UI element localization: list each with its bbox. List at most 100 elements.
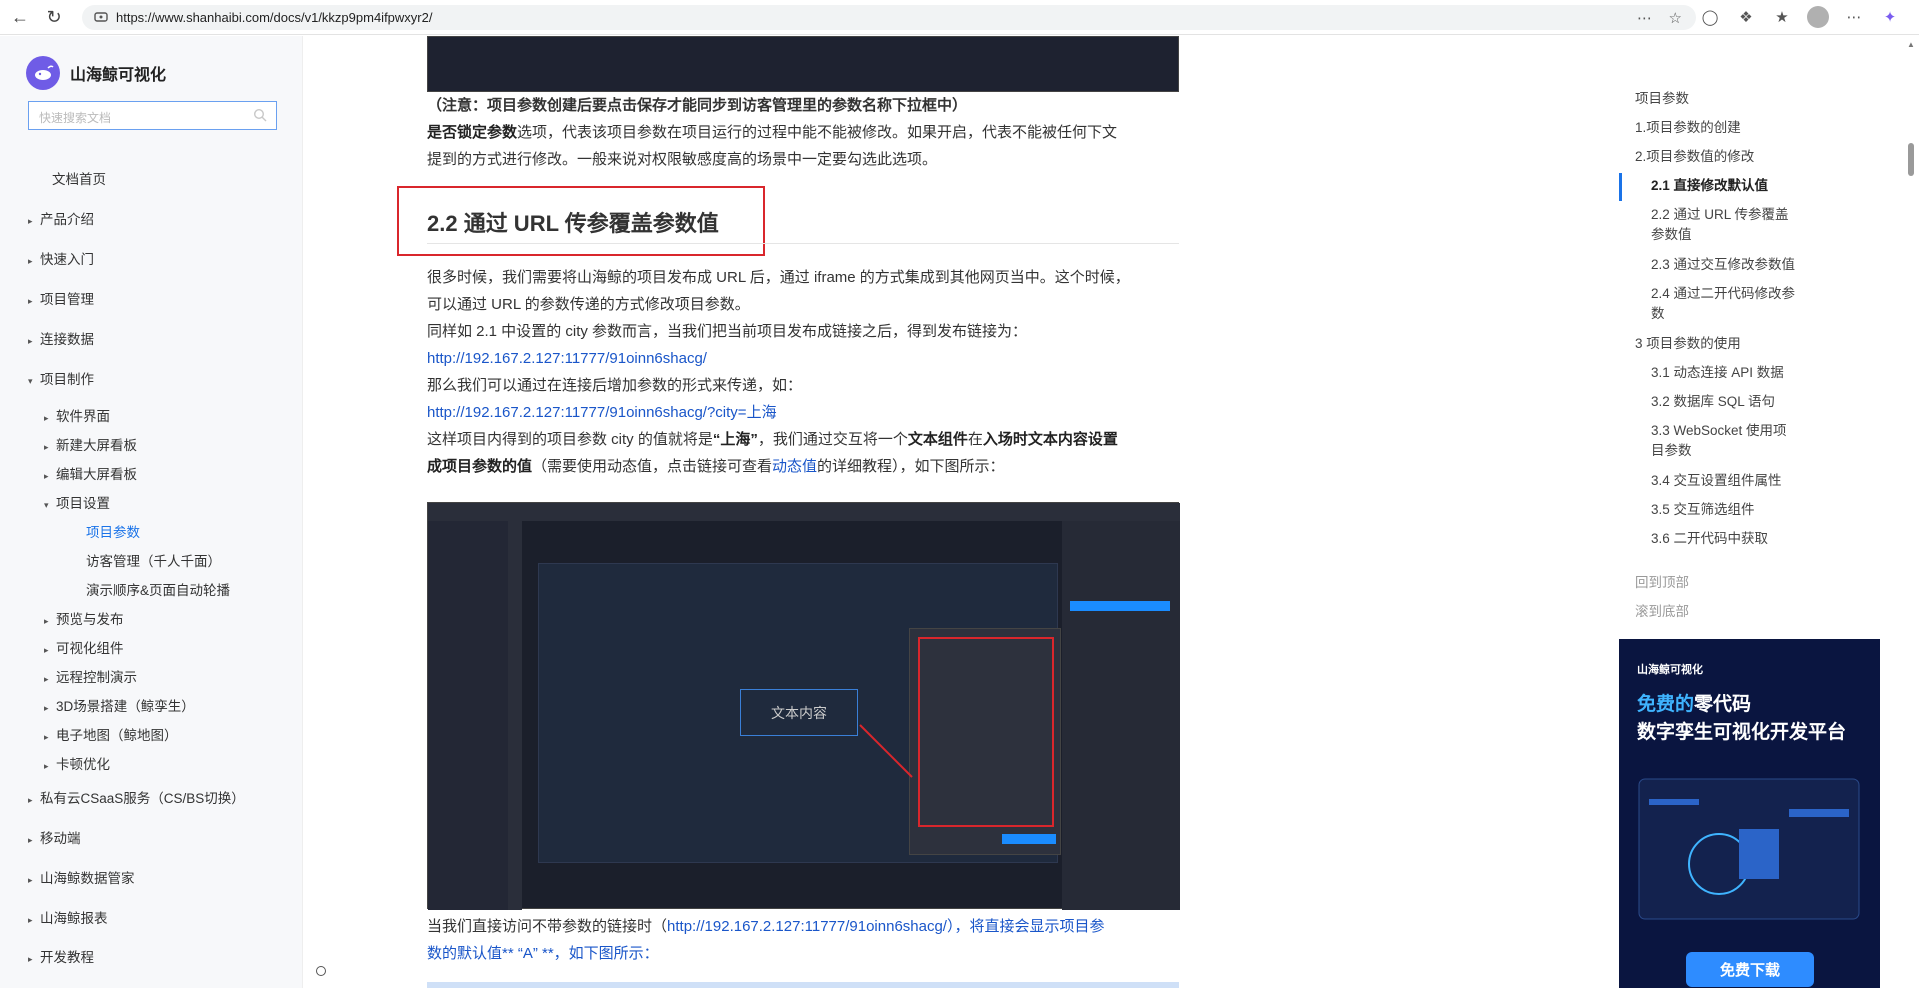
toc-back-to-top[interactable]: 回到顶部	[1635, 573, 1689, 593]
puzzle-icon[interactable]: ❖	[1735, 6, 1757, 28]
caret-down-icon: ▾	[44, 500, 49, 510]
toc-item[interactable]: 项目参数	[1635, 89, 1689, 109]
sidebar-item-label: 可视化组件	[56, 641, 124, 656]
ad-illustration	[1638, 778, 1860, 920]
toc-item[interactable]: 3.3 WebSocket 使用项	[1651, 421, 1787, 441]
sidebar-item-label: 访客管理（千人千面）	[86, 554, 221, 569]
toc-item[interactable]: 3.5 交互筛选组件	[1651, 500, 1755, 520]
sidebar-item[interactable]: ▸ 新建大屏看板	[44, 434, 137, 454]
screenshot-dialog	[909, 628, 1061, 855]
copilot-icon[interactable]: ✦	[1879, 6, 1901, 28]
paragraph-5: 成项目参数的值（需要使用动态值，点击链接可查看动态值的详细教程），如下图所示：	[427, 458, 1005, 475]
caret-right-icon: ▸	[28, 256, 33, 266]
search-icon[interactable]	[253, 108, 267, 122]
caret-right-icon: ▸	[28, 954, 33, 964]
toc-item[interactable]: 1.项目参数的创建	[1635, 118, 1741, 138]
toc-scroll-to-bottom[interactable]: 滚到底部	[1635, 602, 1689, 622]
sidebar-item-label: 编辑大屏看板	[56, 467, 137, 482]
lock-param-paragraph: 是否锁定参数选项，代表该项目参数在项目运行的过程中能不能被修改。如果开启，代表不…	[427, 119, 1179, 146]
menu-icon[interactable]: ⋯	[1843, 6, 1865, 28]
ad-headline-1: 免费的零代码	[1637, 694, 1752, 715]
publish-link[interactable]: http://192.167.2.127:11777/91oinn6shacg/	[427, 345, 1179, 372]
toc-item[interactable]: 3.4 交互设置组件属性	[1651, 471, 1782, 491]
sidebar-item[interactable]: 文档首页	[40, 168, 106, 188]
screenshot-text-component: 文本内容	[740, 689, 858, 736]
sidebar-item[interactable]: 项目参数	[74, 521, 140, 541]
docs-search-input[interactable]: 快速搜索文档	[28, 101, 277, 130]
sidebar-item-label: 山海鲸报表	[40, 911, 108, 926]
paragraph-6: 当我们直接访问不带参数的链接时（http://192.167.2.127:117…	[427, 918, 1105, 935]
brand[interactable]: 山海鲸可视化	[26, 56, 166, 90]
extension-icon[interactable]: ◯	[1699, 6, 1721, 28]
toc-item[interactable]: 目参数	[1651, 441, 1692, 461]
toc-item[interactable]: 3.6 二开代码中获取	[1651, 529, 1768, 549]
toc-item[interactable]: 2.项目参数值的修改	[1635, 147, 1754, 167]
ad-logo: 山海鲸可视化	[1637, 664, 1703, 676]
sidebar-item[interactable]: ▸ 编辑大屏看板	[44, 463, 137, 483]
section-heading: 2.2 通过 URL 传参覆盖参数值	[427, 211, 719, 236]
free-download-button[interactable]: 免费下载	[1686, 952, 1814, 987]
sidebar-item-label: 电子地图（鲸地图）	[56, 728, 178, 743]
screenshot-toolbar	[508, 521, 522, 910]
sidebar-item[interactable]: ▸ 软件界面	[44, 405, 110, 425]
sidebar-item[interactable]: ▸ 卡顿优化	[44, 753, 110, 773]
screenshot-left-panel	[428, 521, 508, 910]
back-icon[interactable]: ←	[6, 3, 34, 31]
favorites-icon[interactable]: ★	[1771, 6, 1793, 28]
param-link[interactable]: http://192.167.2.127:11777/91oinn6shacg/…	[427, 399, 1179, 426]
sidebar-item[interactable]: ▸ 3D场景搭建（鲸孪生）	[44, 695, 195, 715]
param-link-text[interactable]: http://192.167.2.127:11777/91oinn6shacg/…	[427, 404, 777, 421]
toc-item[interactable]: 2.1 直接修改默认值	[1651, 176, 1768, 196]
plain-link[interactable]: http://192.167.2.127:11777/91oinn6shacg/	[667, 918, 947, 935]
sidebar-item[interactable]: 演示顺序&页面自动轮播	[74, 579, 230, 599]
reload-icon[interactable]: ↻	[40, 3, 68, 31]
sidebar-item[interactable]: ▸ 开发教程	[28, 946, 94, 966]
cursor-indicator-icon	[316, 966, 326, 976]
toc-item[interactable]: 3.1 动态连接 API 数据	[1651, 363, 1784, 383]
toc-item[interactable]: 3 项目参数的使用	[1635, 334, 1741, 354]
sidebar-item[interactable]: ▸ 远程控制演示	[44, 666, 137, 686]
scrollbar-thumb[interactable]	[1908, 143, 1914, 176]
toc-item[interactable]: 3.2 数据库 SQL 语句	[1651, 392, 1775, 412]
favorite-star-icon[interactable]: ☆	[1669, 9, 1682, 27]
more-options-icon[interactable]: ⋯	[1637, 9, 1652, 27]
caret-right-icon: ▸	[44, 674, 49, 684]
toc-item[interactable]: 数	[1651, 304, 1665, 324]
search-placeholder: 快速搜索文档	[39, 111, 112, 125]
sidebar-item[interactable]: ▸ 电子地图（鲸地图）	[44, 724, 178, 744]
toc-item[interactable]: 参数值	[1651, 225, 1692, 245]
sidebar-item[interactable]: ▸ 山海鲸报表	[28, 907, 108, 927]
caret-right-icon: ▸	[28, 795, 33, 805]
sidebar-item-label: 山海鲸数据管家	[40, 871, 135, 886]
screenshot-right-panel	[1062, 521, 1180, 910]
sidebar-item[interactable]: ▸ 快速入门	[28, 248, 94, 268]
sidebar-item[interactable]: 访客管理（千人千面）	[74, 550, 221, 570]
caret-down-icon: ▾	[28, 376, 33, 386]
sidebar-item[interactable]: ▸ 项目管理	[28, 288, 94, 308]
scrollbar[interactable]: ▲	[1902, 36, 1919, 988]
sidebar-item[interactable]: ▾ 项目制作	[28, 368, 94, 388]
toc-item[interactable]: 2.4 通过二开代码修改参	[1651, 284, 1795, 304]
toc-item[interactable]: 2.3 通过交互修改参数值	[1651, 255, 1795, 275]
toc-item[interactable]: 2.2 通过 URL 传参覆盖	[1651, 205, 1789, 225]
lock-param-text: 选项，代表该项目参数在项目运行的过程中能不能被修改。如果开启，代表不能被任何下文	[517, 124, 1118, 141]
sidebar-item[interactable]: ▸ 山海鲸数据管家	[28, 867, 135, 887]
sidebar-item[interactable]: ▸ 私有云CSaaS服务（CS/BS切换）	[28, 787, 245, 807]
dynamic-value-link[interactable]: 动态值	[772, 458, 817, 475]
sidebar-item[interactable]: ▸ 预览与发布	[44, 608, 124, 628]
caret-right-icon: ▸	[28, 336, 33, 346]
sidebar-item[interactable]: ▸ 产品介绍	[28, 208, 94, 228]
sidebar-item[interactable]: ▾ 项目设置	[44, 492, 110, 512]
caret-right-icon: ▸	[28, 296, 33, 306]
sidebar-item[interactable]: ▸ 连接数据	[28, 328, 94, 348]
note-text: （注意：项目参数创建后要点击保存才能同步到访客管理里的参数名称下拉框中）	[427, 97, 968, 114]
sidebar-item[interactable]: ▸ 可视化组件	[44, 637, 124, 657]
promo-banner[interactable]: 山海鲸可视化 免费的零代码 数字孪生可视化开发平台 免费下载	[1619, 639, 1880, 988]
docs-sidebar: 山海鲸可视化 快速搜索文档 文档首页 ▸ 产品介绍 ▸ 快速入门 ▸ 项目管理 ▸ 连接数据 ▾ 项…	[0, 36, 303, 988]
site-info-icon[interactable]	[94, 10, 108, 24]
profile-avatar[interactable]	[1807, 6, 1829, 28]
address-bar[interactable]: https://www.shanhaibi.com/docs/v1/kkzp9p…	[82, 5, 1696, 30]
sidebar-item[interactable]: ▸ 移动端	[28, 827, 81, 847]
browser-toolbar: ← ↻ https://www.shanhaibi.com/docs/v1/kk…	[0, 0, 1919, 35]
publish-link-text[interactable]: http://192.167.2.127:11777/91oinn6shacg/	[427, 350, 707, 367]
